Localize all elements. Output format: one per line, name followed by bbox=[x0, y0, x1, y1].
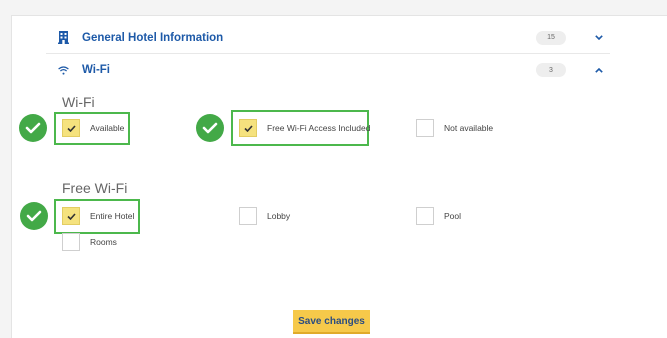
wifi-icon bbox=[56, 63, 70, 77]
building-icon bbox=[56, 31, 70, 45]
option-label: Free Wi-Fi Access Included bbox=[267, 123, 371, 133]
option-not-available[interactable]: Not available bbox=[416, 119, 493, 137]
checkbox-checked[interactable] bbox=[62, 119, 80, 137]
checkbox-unchecked[interactable] bbox=[416, 119, 434, 137]
accordion-wifi[interactable]: Wi-Fi 3 bbox=[46, 54, 610, 86]
option-label: Lobby bbox=[267, 211, 291, 221]
checkbox-unchecked[interactable] bbox=[416, 207, 434, 225]
count-badge: 3 bbox=[536, 63, 566, 77]
accordion-general-hotel-information[interactable]: General Hotel Information 15 bbox=[46, 22, 610, 54]
option-free-wifi-access-included[interactable]: Free Wi-Fi Access Included bbox=[239, 119, 370, 137]
option-label: Not available bbox=[444, 123, 494, 133]
check-icon bbox=[243, 124, 253, 132]
section-title-wifi: Wi-Fi bbox=[62, 94, 95, 110]
option-pool[interactable]: Pool bbox=[416, 207, 461, 225]
chevron-up-icon[interactable] bbox=[594, 65, 604, 75]
option-label: Rooms bbox=[90, 237, 117, 247]
check-circle-icon bbox=[196, 114, 224, 142]
checkbox-unchecked[interactable] bbox=[239, 207, 257, 225]
accordion-title: General Hotel Information bbox=[82, 31, 224, 44]
option-entire-hotel[interactable]: Entire Hotel bbox=[62, 207, 134, 225]
check-icon bbox=[66, 124, 76, 132]
check-circle-icon bbox=[20, 202, 48, 230]
checkbox-checked[interactable] bbox=[62, 207, 80, 225]
accordion-title: Wi-Fi bbox=[82, 64, 110, 76]
count-badge: 15 bbox=[536, 30, 566, 45]
save-changes-button[interactable]: Save changes bbox=[293, 310, 370, 334]
option-label: Entire Hotel bbox=[90, 211, 135, 221]
section-title-free-wifi: Free Wi-Fi bbox=[62, 180, 128, 196]
checkbox-checked[interactable] bbox=[239, 119, 257, 137]
option-label: Available bbox=[90, 123, 125, 133]
checkbox-unchecked[interactable] bbox=[62, 233, 80, 251]
check-circle-icon bbox=[19, 114, 47, 142]
option-available[interactable]: Available bbox=[62, 119, 124, 137]
chevron-down-icon[interactable] bbox=[594, 33, 604, 43]
option-label: Pool bbox=[444, 211, 462, 221]
check-icon bbox=[66, 212, 76, 220]
option-lobby[interactable]: Lobby bbox=[239, 207, 290, 225]
option-rooms[interactable]: Rooms bbox=[62, 233, 117, 251]
